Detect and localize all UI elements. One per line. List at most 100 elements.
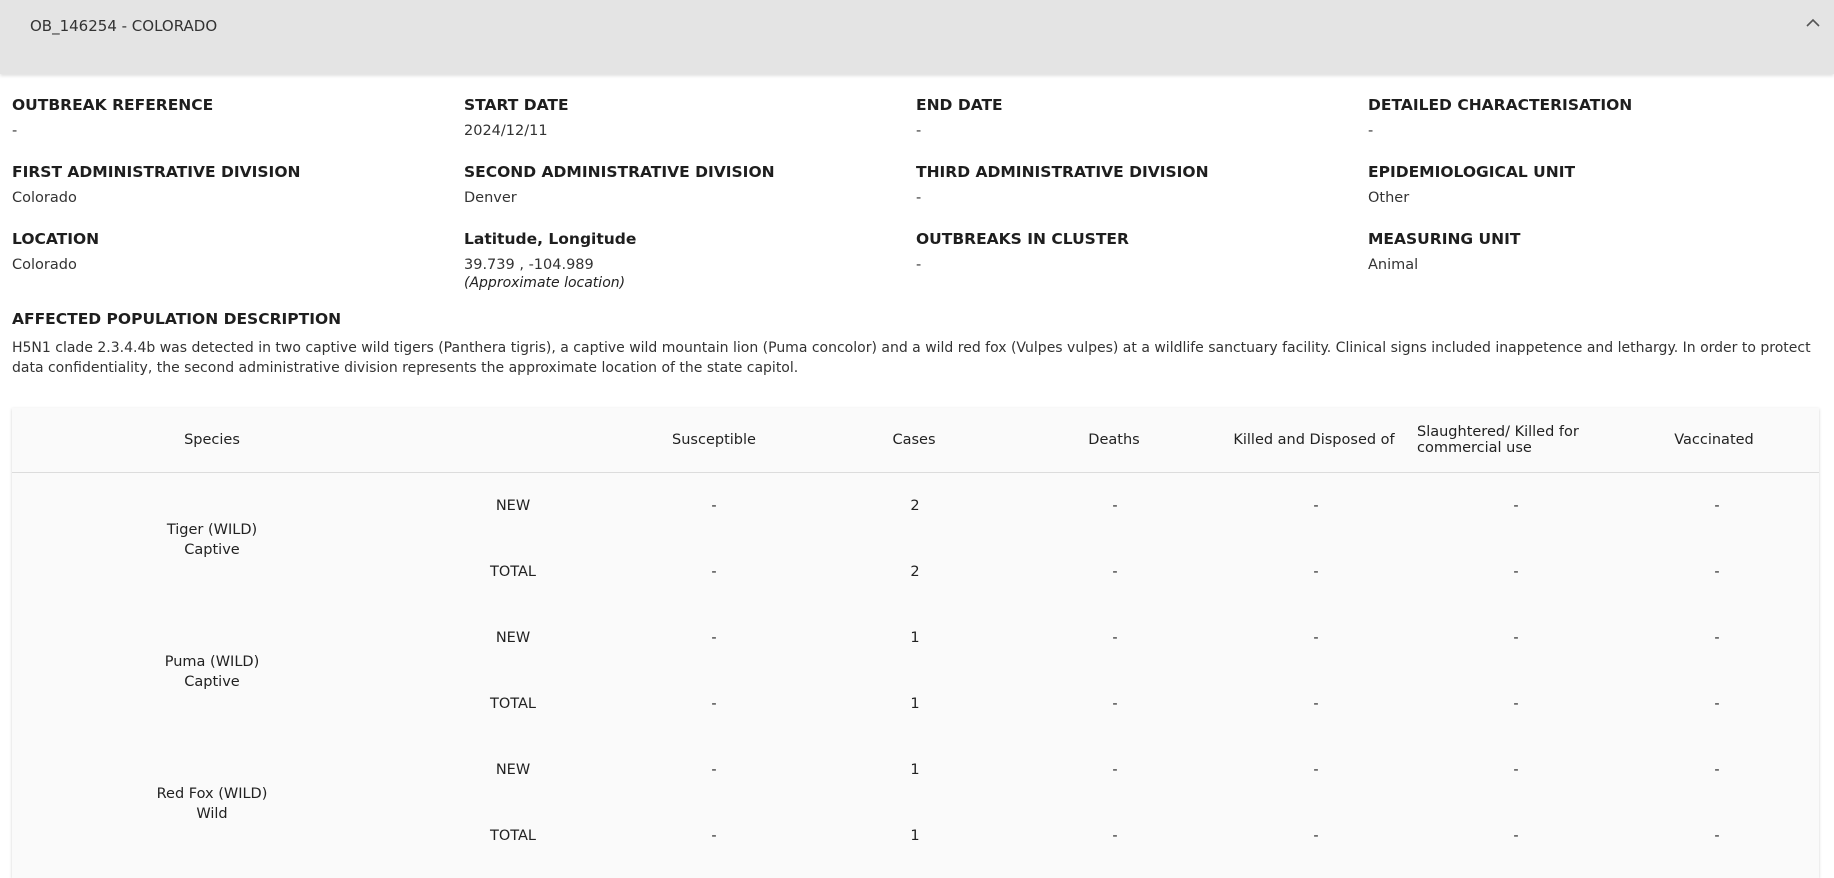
table-cell-cases: 1 [910, 762, 920, 778]
table-cell-susceptible: - [711, 630, 717, 646]
approximate-location-note: (Approximate location) [464, 275, 626, 291]
table-cell-slaughtered: - [1513, 828, 1519, 844]
field-label: Latitude, Longitude [464, 230, 637, 248]
table-cell-susceptible: - [711, 564, 717, 580]
table-cell-killed: - [1313, 564, 1319, 580]
table-cell-cases: 1 [910, 696, 920, 712]
table-cell-slaughtered: - [1513, 762, 1519, 778]
col-species: Species [184, 432, 240, 448]
field-label: DETAILED CHARACTERISATION [1368, 96, 1633, 114]
table-cell-vaccinated: - [1714, 498, 1720, 514]
field-value: Other [1368, 190, 1410, 206]
table-cell-slaughtered: - [1513, 630, 1519, 646]
table-cell-killed: - [1313, 828, 1319, 844]
table-header: Species Susceptible Cases Deaths Killed … [12, 408, 1819, 473]
outbreak-panel-header[interactable]: OB_146254 - COLORADO [0, 0, 1834, 74]
table-cell-slaughtered: - [1513, 498, 1519, 514]
population-description: H5N1 clade 2.3.4.4b was detected in two … [12, 340, 1811, 376]
field-label: SECOND ADMINISTRATIVE DIVISION [464, 163, 775, 181]
table-cell-cases: 1 [910, 828, 920, 844]
field-value: - [1368, 123, 1374, 139]
species-table: Species Susceptible Cases Deaths Killed … [12, 408, 1819, 878]
table-cell-susceptible: - [711, 762, 717, 778]
field-first-admin-division: FIRST ADMINISTRATIVE DIVISION Colorado [12, 163, 452, 206]
table-cell-kind: NEW [495, 762, 531, 778]
table-cell-kind: NEW [495, 498, 531, 514]
table-cell-deaths: - [1112, 696, 1118, 712]
field-value: Colorado [12, 190, 77, 206]
table-cell-kind: TOTAL [490, 828, 536, 844]
table-cell-susceptible: - [711, 498, 717, 514]
table-cell-killed: - [1313, 762, 1319, 778]
col-vaccinated: Vaccinated [1674, 432, 1754, 448]
field-label: OUTBREAK REFERENCE [12, 96, 214, 114]
field-end-date: END DATE - [916, 96, 1356, 139]
field-lat-long: Latitude, Longitude 39.739 , -104.989 (A… [464, 230, 904, 291]
field-value: - [916, 257, 922, 273]
table-cell-deaths: - [1112, 828, 1118, 844]
table-cell-killed: - [1313, 696, 1319, 712]
col-killed: Killed and Disposed of [1233, 432, 1395, 448]
col-susceptible: Susceptible [672, 432, 756, 448]
table-cell-susceptible: - [711, 696, 717, 712]
affected-population-section: AFFECTED POPULATION DESCRIPTION H5N1 cla… [12, 310, 1822, 378]
field-location: LOCATION Colorado [12, 230, 452, 273]
col-cases: Cases [892, 432, 936, 448]
field-value: - [916, 123, 922, 139]
species-label: Puma (WILD) [164, 654, 260, 670]
table-cell-deaths: - [1112, 498, 1118, 514]
table-cell-vaccinated: - [1714, 564, 1720, 580]
field-label: THIRD ADMINISTRATIVE DIVISION [916, 163, 1209, 181]
species-name: Puma (WILD) Captive [165, 652, 259, 692]
table-cell-cases: 2 [910, 564, 920, 580]
table-cell-slaughtered: - [1513, 696, 1519, 712]
table-cell-kind: NEW [495, 630, 531, 646]
table-cell-killed: - [1313, 498, 1319, 514]
field-outbreaks-in-cluster: OUTBREAKS IN CLUSTER - [916, 230, 1356, 273]
field-value: 2024/12/11 [464, 123, 548, 139]
table-cell-kind: TOTAL [490, 696, 536, 712]
table-cell-cases: 1 [910, 630, 920, 646]
field-value: 39.739 , -104.989 [464, 257, 594, 273]
species-name: Red Fox (WILD) Wild [157, 784, 268, 824]
field-label: END DATE [916, 96, 1003, 114]
field-value: - [916, 190, 922, 206]
section-heading: AFFECTED POPULATION DESCRIPTION [12, 310, 342, 328]
field-outbreak-reference: OUTBREAK REFERENCE - [12, 96, 452, 139]
field-label: FIRST ADMINISTRATIVE DIVISION [12, 163, 301, 181]
species-type: Wild [196, 806, 228, 822]
field-label: OUTBREAKS IN CLUSTER [916, 230, 1129, 248]
field-detailed-characterisation: DETAILED CHARACTERISATION - [1368, 96, 1808, 139]
field-label: START DATE [464, 96, 569, 114]
species-type: Captive [184, 674, 240, 690]
table-cell-deaths: - [1112, 630, 1118, 646]
table-cell-slaughtered: - [1513, 564, 1519, 580]
field-label: LOCATION [12, 230, 100, 248]
field-value: - [12, 123, 18, 139]
field-measuring-unit: MEASURING UNIT Animal [1368, 230, 1808, 273]
table-cell-vaccinated: - [1714, 696, 1720, 712]
table-cell-deaths: - [1112, 762, 1118, 778]
species-name: Tiger (WILD) Captive [167, 520, 257, 560]
field-label: MEASURING UNIT [1368, 230, 1521, 248]
species-type: Captive [184, 542, 240, 558]
panel-title: OB_146254 - COLORADO [30, 17, 218, 35]
col-slaughtered: Slaughtered/ Killed for commercial use [1417, 424, 1579, 456]
species-label: Red Fox (WILD) [156, 786, 268, 802]
chevron-up-icon[interactable] [1804, 14, 1822, 32]
field-label: EPIDEMIOLOGICAL UNIT [1368, 163, 1576, 181]
field-value: Animal [1368, 257, 1419, 273]
table-cell-killed: - [1313, 630, 1319, 646]
table-cell-vaccinated: - [1714, 762, 1720, 778]
field-third-admin-division: THIRD ADMINISTRATIVE DIVISION - [916, 163, 1356, 206]
table-cell-kind: TOTAL [490, 564, 536, 580]
field-value: Denver [464, 190, 517, 206]
species-label: Tiger (WILD) [166, 522, 258, 538]
field-start-date: START DATE 2024/12/11 [464, 96, 904, 139]
field-value: Colorado [12, 257, 77, 273]
table-cell-cases: 2 [910, 498, 920, 514]
field-epidemiological-unit: EPIDEMIOLOGICAL UNIT Other [1368, 163, 1808, 206]
table-cell-deaths: - [1112, 564, 1118, 580]
table-cell-vaccinated: - [1714, 828, 1720, 844]
table-cell-vaccinated: - [1714, 630, 1720, 646]
